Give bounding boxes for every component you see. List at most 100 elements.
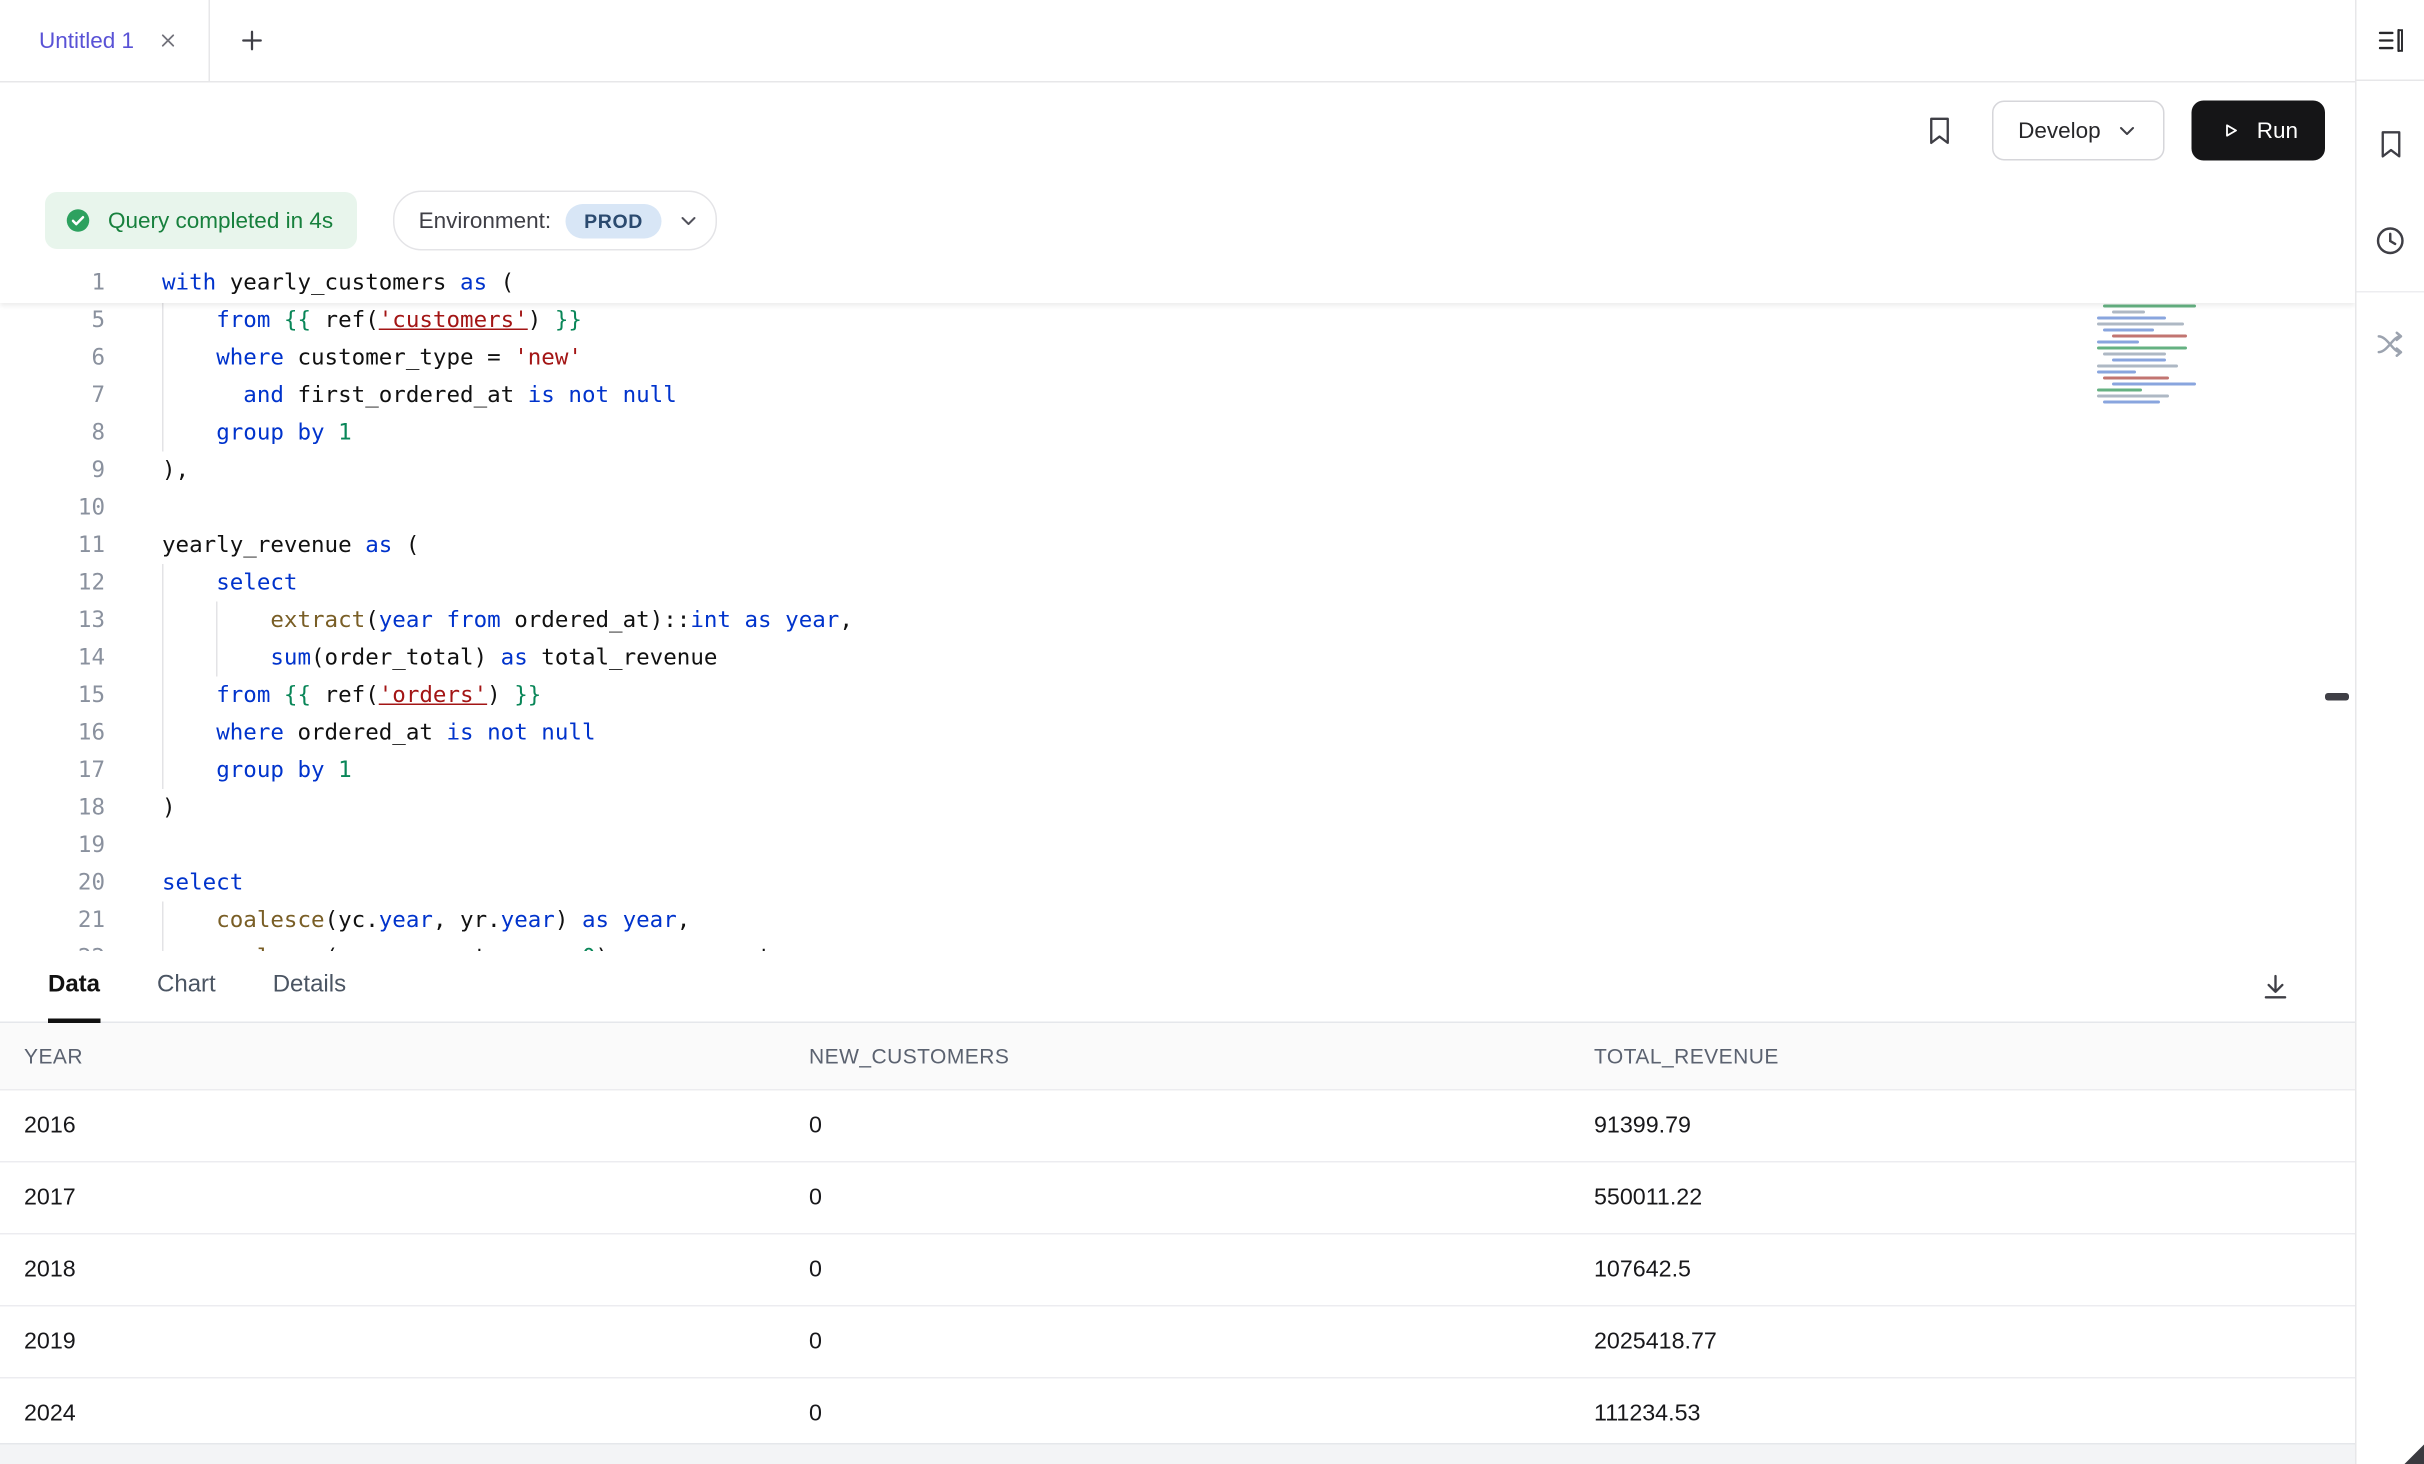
develop-label: Develop [2018,118,2101,144]
code-text: where ordered_at is not null [105,714,596,752]
table-row[interactable]: 20240111234.53 [0,1379,2355,1451]
minimap-line [2103,401,2160,404]
tab-untitled-1[interactable]: Untitled 1 [0,0,211,81]
code-lines: 5 from {{ ref('customers') }}6 where cus… [0,302,2355,952]
code-line[interactable]: 15 from {{ ref('orders') }} [0,677,2355,715]
panel-list-icon [2374,23,2407,56]
line-number: 7 [0,377,105,415]
code-text: yearly_revenue as ( [105,527,419,565]
table-row[interactable]: 20170550011.22 [0,1163,2355,1235]
code-line[interactable]: 17 group by 1 [0,752,2355,790]
status-bar: Query completed in 4s Environment: PROD [0,179,2355,263]
line-number: 14 [0,639,105,677]
code-text: where customer_type = 'new' [105,339,582,377]
table-cell: 0 [785,1328,1570,1355]
code-line[interactable]: 6 where customer_type = 'new' [0,339,2355,377]
horizontal-scrollbar[interactable] [0,1443,2355,1464]
download-icon [2259,970,2292,1003]
table-header: YEARNEW_CUSTOMERSTOTAL_REVENUE [0,1023,2355,1091]
line-number: 21 [0,902,105,940]
code-text: from {{ ref('customers') }} [105,302,582,340]
scrollbar-thumb[interactable] [2325,693,2349,701]
table-cell: 107642.5 [1570,1256,2355,1283]
table-cell: 2025418.77 [1570,1328,2355,1355]
code-line[interactable]: 7 and first_ordered_at is not null [0,377,2355,415]
code-line[interactable]: 20select [0,864,2355,902]
clock-icon [2373,223,2408,258]
table-cell: 550011.22 [1570,1184,2355,1211]
results-tabs: Data Chart Details [0,951,2355,1023]
line-number: 11 [0,527,105,565]
panel-layout-button[interactable] [2357,0,2424,81]
run-button[interactable]: Run [2192,101,2325,161]
line-number: 1 [0,264,105,302]
bookmark-button[interactable] [1915,105,1966,156]
code-line[interactable]: 21 coalesce(yc.year, yr.year) as year, [0,902,2355,940]
indent-guide [162,302,164,452]
code-text: group by 1 [105,752,352,790]
bookmarks-button[interactable] [2357,102,2424,186]
environment-selector[interactable]: Environment: PROD [393,191,716,251]
table-row[interactable]: 201902025418.77 [0,1307,2355,1379]
column-header: NEW_CUSTOMERS [785,1044,1570,1068]
minimap-line [2097,323,2184,326]
code-line[interactable]: 16 where ordered_at is not null [0,714,2355,752]
line-number: 6 [0,339,105,377]
code-line[interactable]: 5 from {{ ref('customers') }} [0,302,2355,340]
line-number: 9 [0,452,105,490]
code-line[interactable]: 11yearly_revenue as ( [0,527,2355,565]
minimap-line [2103,305,2196,308]
line-number: 5 [0,302,105,340]
plus-icon [238,26,268,56]
table-row[interactable]: 2016091399.79 [0,1091,2355,1163]
check-circle-icon [63,206,93,236]
table-cell: 0 [785,1184,1570,1211]
results-panel: Data Chart Details YEARNEW_CUSTOMERSTOTA… [0,951,2355,1464]
minimap-line [2112,335,2187,338]
tab-data[interactable]: Data [48,951,100,1023]
code-line[interactable]: 19 [0,827,2355,865]
download-button[interactable] [2250,961,2301,1012]
minimap-line [2103,353,2166,356]
minimap-line [2103,377,2169,380]
lineage-button[interactable] [2357,302,2424,386]
tab-details[interactable]: Details [273,951,346,1023]
line-number: 19 [0,827,105,865]
code-line[interactable]: 13 extract(year from ordered_at)::int as… [0,602,2355,640]
app-window: Untitled 1 Develop [0,0,2424,1464]
line-number: 8 [0,414,105,452]
code-line[interactable]: 10 [0,489,2355,527]
resize-corner-handle[interactable] [2405,1445,2424,1464]
table-cell: 91399.79 [1570,1112,2355,1139]
code-line[interactable]: 8 group by 1 [0,414,2355,452]
code-editor[interactable]: 1with yearly_customers as ( 5 from {{ re… [0,263,2355,952]
table-row[interactable]: 20180107642.5 [0,1235,2355,1307]
code-line[interactable]: 18) [0,789,2355,827]
code-line[interactable]: 1with yearly_customers as ( [0,264,2355,302]
table-cell: 2024 [0,1400,785,1427]
line-number: 18 [0,789,105,827]
table-cell: 0 [785,1112,1570,1139]
code-line[interactable]: 22 coalesce(yc.new_customers, 0) as new_… [0,939,2355,951]
code-line[interactable]: 14 sum(order_total) as total_revenue [0,639,2355,677]
code-line[interactable]: 9), [0,452,2355,490]
code-text: ) [105,789,176,827]
new-tab-button[interactable] [211,0,295,81]
history-button[interactable] [2357,198,2424,282]
sidebar-divider [2357,291,2424,293]
play-icon [2219,119,2243,143]
code-text: select [105,864,243,902]
line-number: 16 [0,714,105,752]
code-line[interactable]: 12 select [0,564,2355,602]
minimap-line [2097,347,2187,350]
develop-button[interactable]: Develop [1993,101,2166,161]
close-icon[interactable] [158,30,179,51]
minimap-line [2097,371,2136,374]
column-header: TOTAL_REVENUE [1570,1044,2355,1068]
query-status-pill: Query completed in 4s [45,192,357,249]
table-cell: 0 [785,1256,1570,1283]
code-text [105,489,162,527]
main-area: Untitled 1 Develop [0,0,2355,1464]
tab-chart[interactable]: Chart [157,951,216,1023]
line-number: 10 [0,489,105,527]
